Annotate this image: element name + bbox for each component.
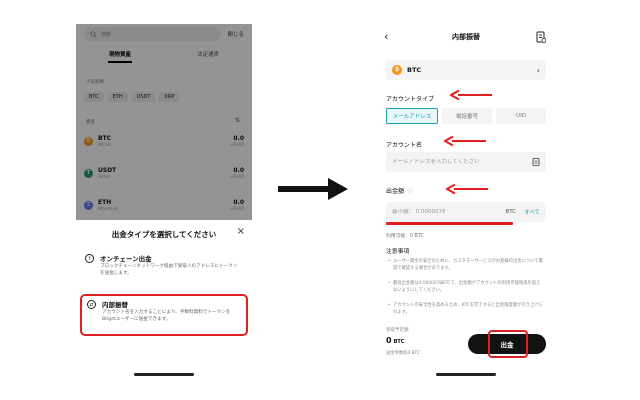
- account-type-label: アカウントタイプ: [386, 96, 435, 103]
- account-name-field: [386, 152, 546, 172]
- pointer-arrow-icon: [450, 90, 492, 100]
- account-name-input[interactable]: [392, 159, 532, 165]
- note-item: 最低出金額は0.0000078BTCで、出金額がアカウントの利用可能残高を超えな…: [388, 280, 544, 294]
- receive-value: 0: [386, 336, 392, 345]
- receive-label: 受取予定額: [386, 328, 409, 333]
- amount-unit: BTC: [505, 209, 517, 215]
- withdraw-type-sheet: 出金タイプを選択してください × ↑ オンチェーン出金 ブロックチェーンネットワ…: [76, 220, 252, 382]
- account-type-email[interactable]: メールアドレス: [386, 108, 438, 124]
- page-title: 内部振替: [452, 33, 480, 41]
- pointer-arrow-icon: [446, 184, 488, 194]
- note-item: ユーザー資金の安全のために、カスタマーサービスがお客様の出金について電話で確認す…: [388, 258, 544, 272]
- close-icon[interactable]: ×: [237, 227, 245, 237]
- records-icon[interactable]: [536, 31, 546, 43]
- chevron-right-icon: ›: [536, 65, 540, 75]
- option-onchain-withdraw[interactable]: ↑ オンチェーン出金 ブロックチェーンネットワーク経由で受取人のアドレスにトーク…: [80, 250, 248, 292]
- option-description: ブロックチェーンネットワーク経由で受取人のアドレスにトークンを送金します。: [100, 264, 238, 276]
- note-item: アカウントの安全性を高めるため、KYCを完了すると出金限度額が引き上げられます。: [388, 302, 544, 316]
- amount-input[interactable]: [392, 209, 506, 215]
- amount-field: BTC すべて: [386, 202, 546, 222]
- info-icon[interactable]: ⓘ: [408, 189, 413, 195]
- home-indicator: [134, 373, 194, 376]
- amount-label: 出金額 ⓘ: [386, 186, 413, 195]
- header: ‹ 内部振替: [378, 30, 554, 46]
- modal-backdrop[interactable]: [76, 24, 252, 220]
- notes-title: 注意事項: [386, 249, 410, 255]
- footer-bar: 受取予定額 0 BTC 送金手数料0 BTC 出金: [378, 326, 554, 358]
- btc-icon: ₿: [392, 65, 402, 75]
- home-indicator: [436, 373, 496, 376]
- amount-label-text: 出金額: [386, 188, 405, 195]
- right-phone-screen: ‹ 内部振替 ₿ BTC › アカウントタイプ メールアドレス 電話番号 UID…: [378, 24, 554, 382]
- coin-selector[interactable]: ₿ BTC ›: [386, 60, 546, 80]
- coin-symbol: BTC: [407, 66, 422, 74]
- highlight-underline: [386, 222, 513, 225]
- option-internal-transfer[interactable]: ⇄ 内部振替 アカウント名を入力することにより、手数料無料でトークンをBitge…: [80, 294, 248, 336]
- transfer-fee: 送金手数料0 BTC: [386, 351, 420, 356]
- left-phone-screen: 検索 閉じる 現物資産 法定通貨 人気銘柄 BTC ETH USDT XRP 資…: [76, 24, 252, 382]
- option-title: 内部振替: [102, 301, 128, 309]
- sheet-title: 出金タイプを選択してください: [111, 230, 217, 239]
- receive-amount: 0 BTC: [386, 336, 404, 345]
- next-step-arrow-icon: [278, 178, 348, 200]
- option-description: アカウント名を入力することにより、手数料無料でトークンをBitgetユーザーに送…: [102, 310, 231, 322]
- option-title: オンチェーン出金: [100, 255, 152, 263]
- account-type-uid[interactable]: UID: [496, 108, 546, 124]
- account-type-selector: メールアドレス 電話番号 UID: [386, 108, 546, 124]
- transfer-icon: ⇄: [87, 300, 96, 309]
- upload-icon: ↑: [85, 254, 94, 263]
- pointer-arrow-icon: [444, 136, 486, 146]
- all-button[interactable]: すべて: [524, 208, 540, 216]
- available-balance: 利用可能：0 BTC: [386, 234, 424, 239]
- account-type-phone[interactable]: 電話番号: [442, 108, 492, 124]
- withdraw-button[interactable]: 出金: [468, 334, 546, 354]
- account-name-label: アカウント名: [386, 142, 423, 149]
- address-book-icon[interactable]: [532, 158, 540, 166]
- receive-unit: BTC: [393, 339, 405, 345]
